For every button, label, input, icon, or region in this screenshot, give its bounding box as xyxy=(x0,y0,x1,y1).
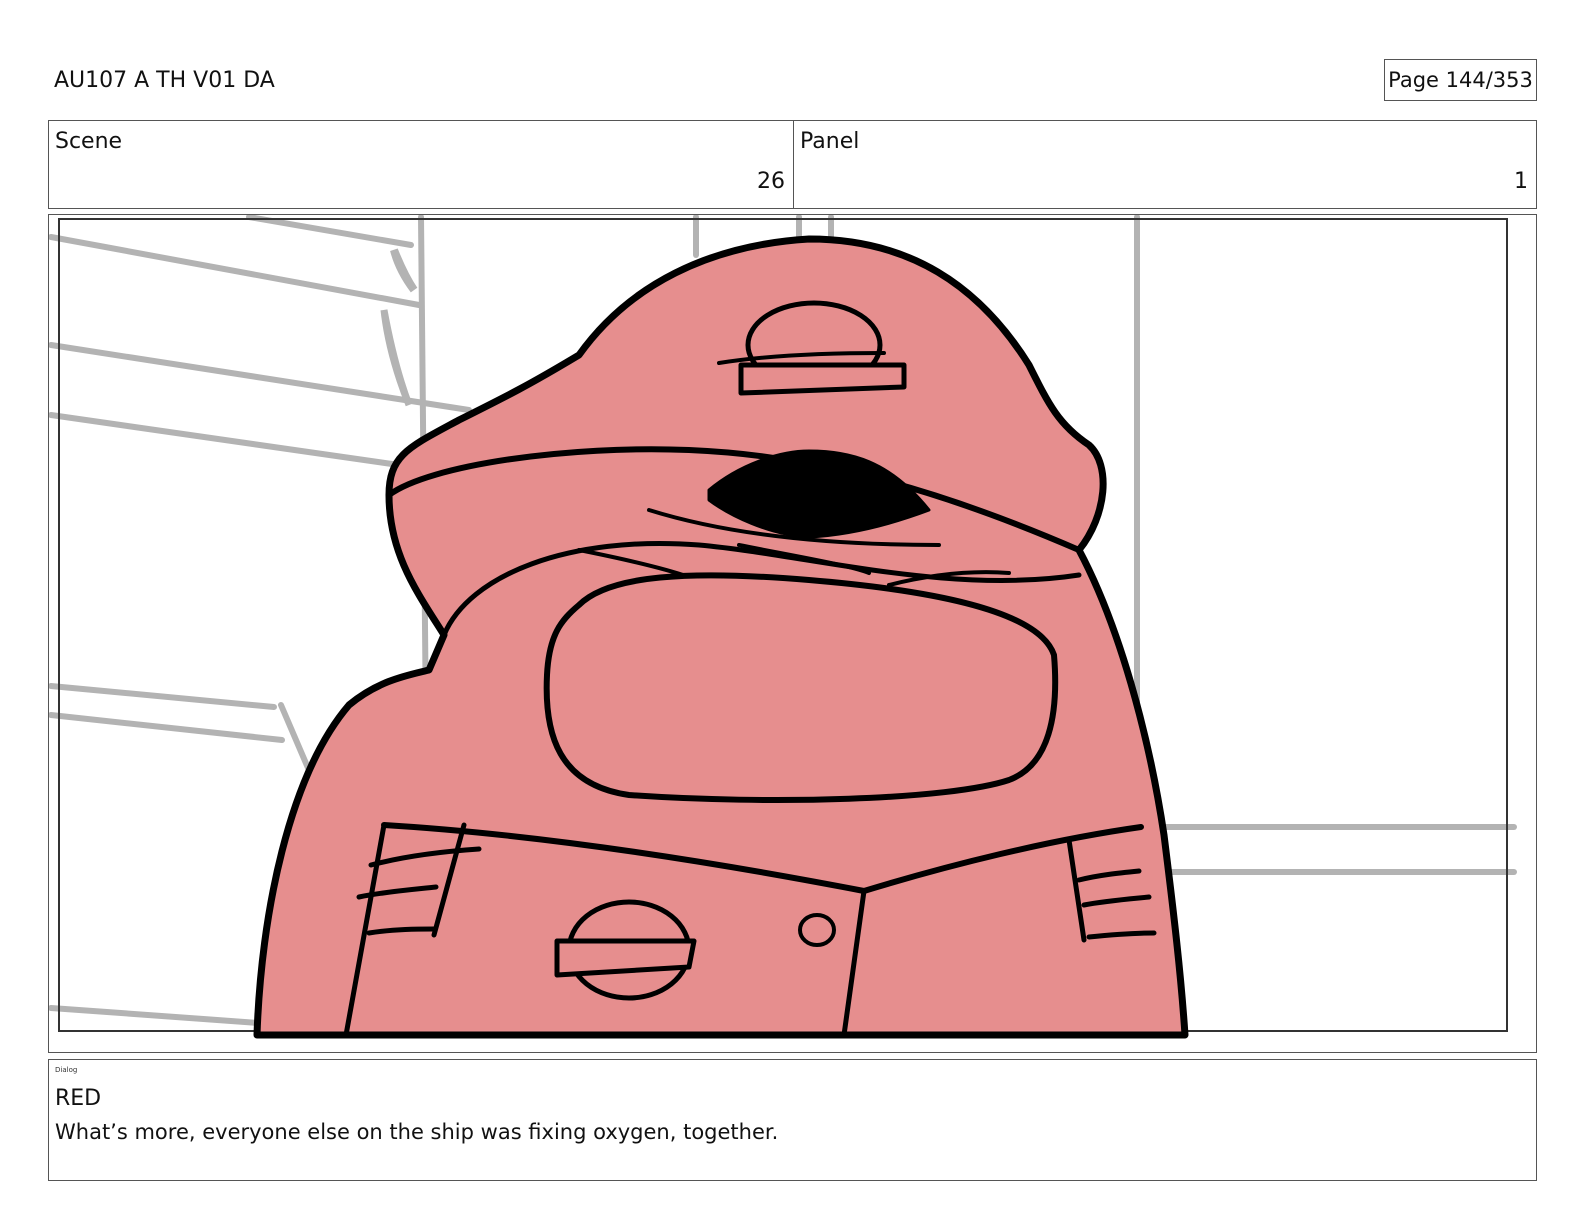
storyboard-drawing xyxy=(49,215,1517,1039)
storyboard-frame xyxy=(48,214,1537,1053)
dialog-box: Dialog RED What’s more, everyone else on… xyxy=(48,1059,1537,1181)
panel-label: Panel xyxy=(800,129,860,154)
dialog-caption: Dialog xyxy=(55,1066,78,1074)
panel-number: 1 xyxy=(1514,169,1528,194)
chest-badge-bar xyxy=(554,938,697,978)
page-indicator: Page 144/353 xyxy=(1384,59,1537,101)
scene-number: 26 xyxy=(757,169,785,194)
scene-panel-table: Scene 26 Panel 1 xyxy=(48,120,1537,209)
scene-cell: Scene 26 xyxy=(49,121,794,208)
document-title: AU107 A TH V01 DA xyxy=(54,68,275,93)
panel-cell: Panel 1 xyxy=(794,121,1536,208)
scene-label: Scene xyxy=(55,129,123,154)
hat-badge-bar xyxy=(738,362,907,396)
dialog-speaker: RED xyxy=(55,1086,102,1111)
visor xyxy=(543,572,1059,803)
dialog-line: What’s more, everyone else on the ship w… xyxy=(55,1120,779,1144)
